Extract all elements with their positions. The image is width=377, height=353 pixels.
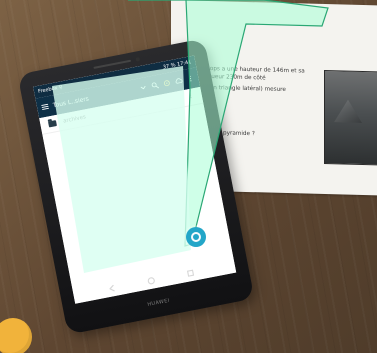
item-more-icon[interactable]: [187, 92, 194, 101]
pointer-marker: [186, 227, 206, 247]
chevron-down-icon[interactable]: [139, 83, 148, 92]
folder-icon: [47, 120, 57, 128]
cloud-icon[interactable]: [174, 76, 183, 85]
phone-screen: Freebox ⚲ 37 % 17:41 Tous L..siers archi…: [33, 55, 237, 304]
sync-icon[interactable]: [162, 79, 171, 88]
front-camera: [135, 56, 141, 62]
menu-icon[interactable]: [40, 102, 49, 111]
orange-object: [0, 318, 32, 353]
speaker-grille: [93, 59, 132, 69]
paper-line-4: pyramide ?: [223, 130, 255, 138]
photo-scene: Khéops a une hauteur de 146m et sa longu…: [0, 0, 377, 353]
toolbar-actions: [150, 74, 195, 90]
file-list-area: archives: [39, 86, 237, 304]
search-icon[interactable]: [150, 81, 159, 90]
home-icon[interactable]: [144, 270, 157, 291]
paper-photo: [324, 70, 377, 166]
more-icon[interactable]: [186, 74, 195, 83]
